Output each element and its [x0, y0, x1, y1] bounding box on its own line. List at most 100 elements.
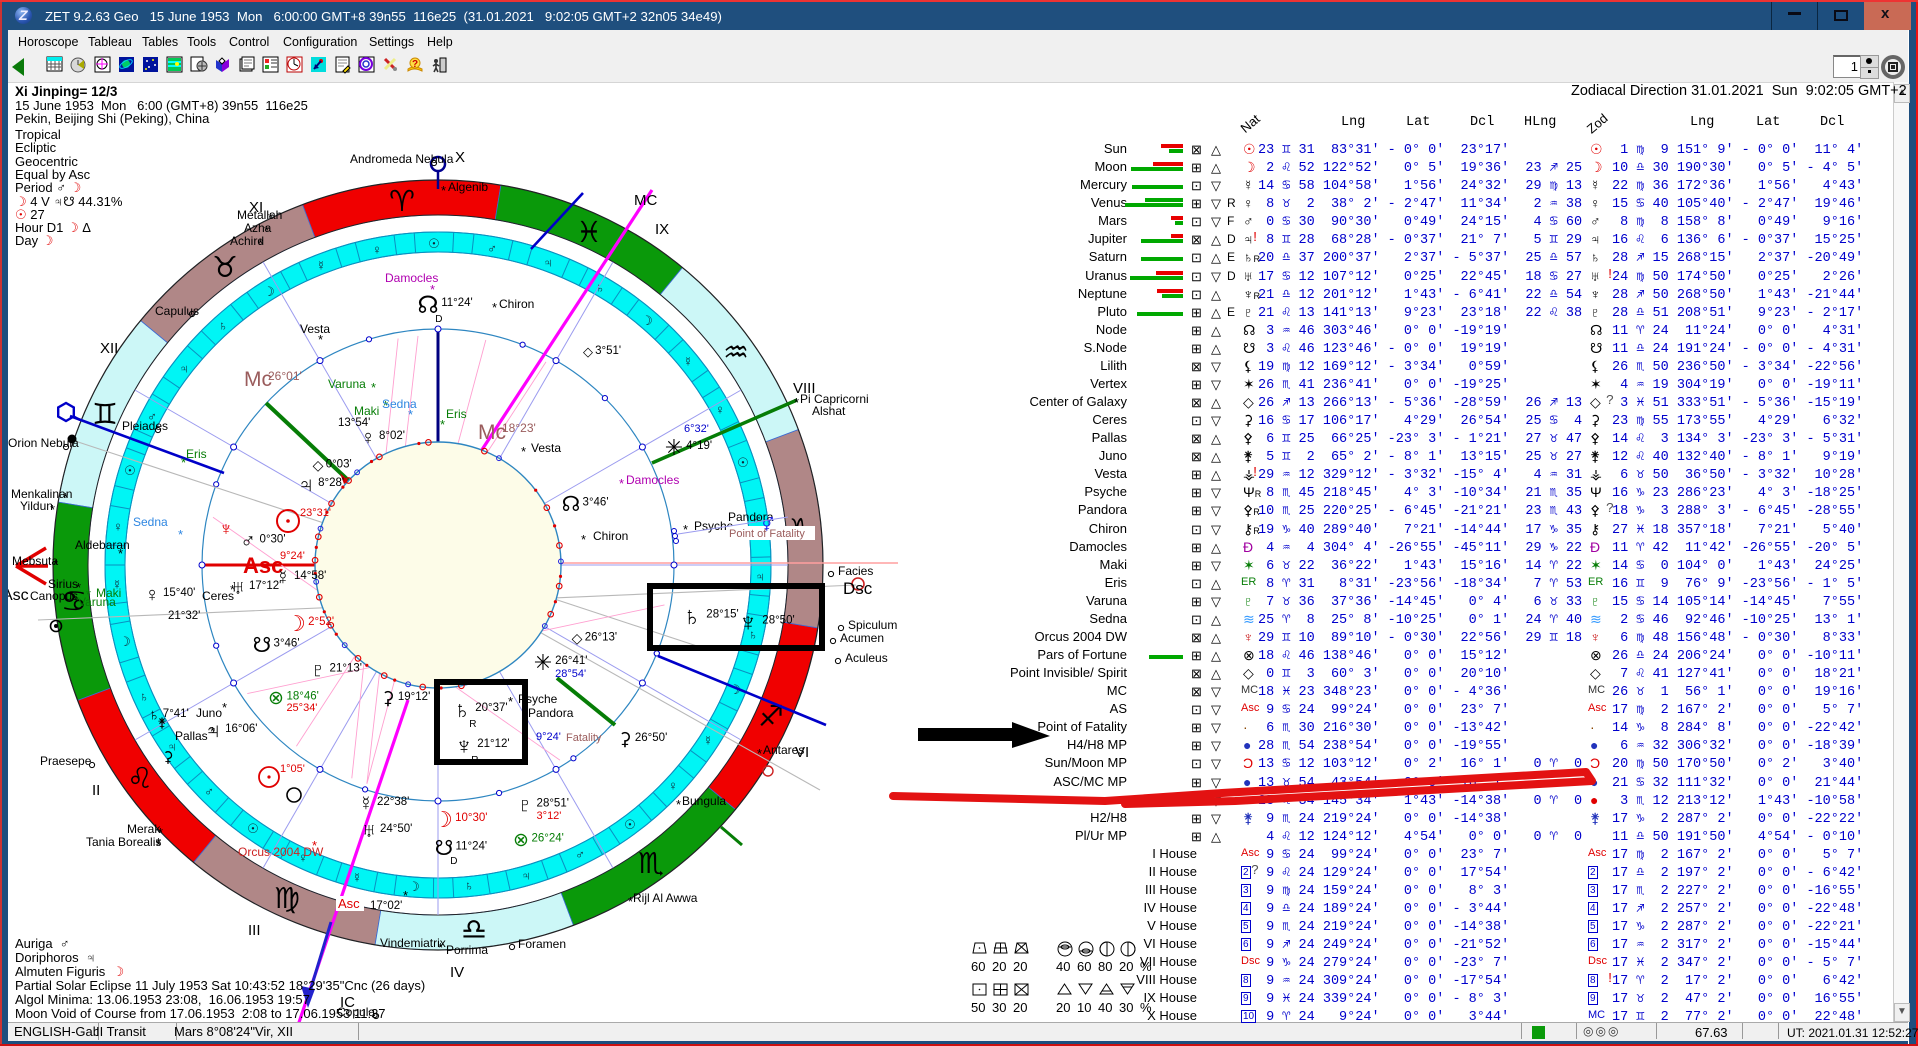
svg-text:♄: ♄: [464, 878, 474, 893]
svg-text:♀: ♀: [145, 584, 160, 606]
svg-text:*: *: [50, 502, 55, 517]
svg-text:Merak: Merak: [127, 822, 161, 836]
svg-text:*: *: [118, 546, 123, 561]
svg-text:21°32': 21°32': [168, 610, 200, 622]
svg-text:Eris: Eris: [186, 447, 207, 461]
svg-text:☿: ☿: [359, 793, 374, 815]
svg-text:Varuna: Varuna: [328, 377, 366, 391]
svg-text:IX: IX: [655, 221, 669, 238]
svg-text:♃: ♃: [755, 569, 765, 584]
svg-text:☽: ☽: [263, 284, 275, 299]
svg-text:18°46': 18°46': [286, 690, 318, 702]
svg-text:Porrima: Porrima: [446, 943, 488, 957]
svg-text:◇: ◇: [572, 630, 583, 646]
svg-text:28°51': 28°51': [537, 798, 569, 810]
svg-text:*: *: [178, 527, 183, 542]
svg-text:♈︎: ♈︎: [389, 186, 415, 218]
svg-text:3°46': 3°46': [274, 638, 300, 650]
svg-text:*: *: [312, 838, 317, 853]
svg-text:D: D: [435, 314, 442, 325]
svg-text:♃: ♃: [298, 472, 315, 497]
svg-text:Pleiades: Pleiades: [122, 419, 168, 433]
svg-text:Rijl Al Awwa: Rijl Al Awwa: [633, 891, 698, 905]
svg-text:♀: ♀: [372, 242, 382, 257]
svg-text:◇: ◇: [313, 457, 324, 473]
svg-text:⊗: ⊗: [268, 688, 284, 709]
svg-text:♎︎: ♎︎: [461, 914, 487, 946]
svg-text:R: R: [469, 719, 476, 730]
svg-text:*: *: [440, 417, 445, 432]
svg-text:♂: ♂: [240, 530, 256, 553]
svg-text:D: D: [450, 856, 457, 867]
svg-text:⊗: ⊗: [513, 830, 529, 851]
svg-text:9°24': 9°24': [280, 550, 305, 562]
svg-text:♌︎: ♌︎: [127, 763, 153, 795]
svg-text:☉: ☉: [428, 236, 440, 251]
svg-text:♀: ♀: [113, 519, 123, 534]
svg-text:♄: ♄: [218, 318, 228, 333]
svg-text:*: *: [683, 522, 688, 537]
svg-text:Bungula: Bungula: [682, 794, 726, 808]
svg-text:R: R: [471, 755, 478, 766]
svg-text:♏︎: ♏︎: [638, 848, 664, 880]
svg-text:Vesta: Vesta: [531, 441, 561, 455]
svg-text:Pallas: Pallas: [175, 729, 208, 743]
svg-text:11°24': 11°24': [441, 297, 473, 309]
svg-text:♃: ♃: [521, 868, 531, 883]
svg-text:1°05': 1°05': [280, 763, 305, 775]
svg-text:♂: ♂: [204, 784, 214, 799]
svg-text:Canopus: Canopus: [30, 589, 78, 603]
svg-text:Asc: Asc: [338, 896, 360, 911]
svg-text:*: *: [403, 888, 408, 903]
svg-text:♆: ♆: [219, 519, 233, 540]
svg-text:♍︎: ♍︎: [274, 883, 300, 915]
svg-text:Eris: Eris: [446, 407, 467, 421]
svg-text:?: ?: [412, 59, 418, 70]
svg-text:♃: ♃: [543, 255, 553, 270]
svg-text:11°24': 11°24': [456, 841, 488, 853]
svg-text:*: *: [581, 532, 586, 547]
svg-text:23°31': 23°31': [300, 507, 331, 519]
svg-text:☽: ☽: [119, 634, 131, 649]
svg-text:*: *: [156, 835, 161, 850]
svg-text:24°50': 24°50': [380, 823, 412, 835]
svg-text:♀: ♀: [361, 427, 376, 449]
svg-text:*: *: [619, 476, 624, 491]
svg-text:4°19': 4°19': [686, 440, 712, 452]
svg-text:Yildun: Yildun: [20, 499, 53, 513]
svg-text:6°32': 6°32': [684, 423, 709, 435]
svg-text:♆: ♆: [738, 607, 758, 637]
svg-text:*: *: [676, 797, 681, 812]
svg-text:18°23': 18°23': [502, 421, 536, 435]
svg-text:*: *: [508, 694, 513, 709]
svg-text:17°12': 17°12': [249, 580, 281, 592]
svg-text:*: *: [408, 407, 413, 422]
svg-text:*: *: [492, 300, 497, 315]
svg-text:*: *: [318, 332, 323, 347]
svg-text:☽: ☽: [641, 313, 653, 328]
svg-text:Tania Borealis: Tania Borealis: [86, 835, 161, 849]
svg-text:*: *: [441, 183, 446, 198]
svg-text:MC: MC: [634, 192, 657, 209]
svg-text:⚵: ⚵: [157, 715, 167, 730]
svg-text:♃: ♃: [179, 361, 189, 376]
svg-text:☿: ☿: [316, 258, 326, 273]
svg-text:14°58': 14°58': [294, 570, 326, 582]
svg-text:Chiron: Chiron: [593, 529, 628, 543]
svg-text:Vindemiatrix: Vindemiatrix: [380, 936, 446, 950]
svg-text:♓︎: ♓︎: [576, 217, 602, 249]
svg-text:9°24': 9°24': [536, 731, 561, 743]
svg-text:21°13': 21°13': [330, 663, 362, 675]
svg-text:Chiron: Chiron: [499, 297, 534, 311]
svg-text:☿: ☿: [352, 870, 362, 885]
svg-text:*: *: [521, 444, 526, 459]
svg-text:*: *: [371, 380, 376, 395]
svg-text:19°12': 19°12': [398, 691, 430, 703]
svg-text:☽: ☽: [408, 879, 420, 894]
svg-text:26°13': 26°13': [585, 632, 617, 644]
svg-text:✳: ✳: [665, 435, 683, 460]
svg-text:28°15': 28°15': [706, 608, 738, 620]
svg-text:Alshat: Alshat: [812, 404, 846, 418]
svg-text:☉: ☉: [624, 817, 636, 832]
svg-text:⚳: ⚳: [618, 729, 631, 749]
